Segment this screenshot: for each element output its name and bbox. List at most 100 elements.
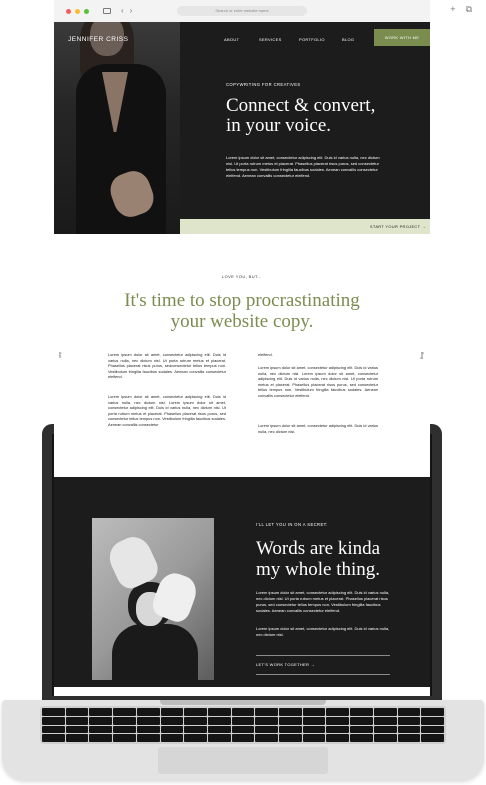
secret-title: Words are kinda my whole thing.: [256, 538, 426, 580]
keyboard-key: [65, 725, 89, 734]
intro-col2-p1: Lorem ipsum dolor sit amet, consectetur …: [258, 365, 378, 398]
intro-title-line1: It's time to stop procrastinating: [124, 290, 360, 311]
intro-col1-p2: Lorem ipsum dolor sit amet, consectetur …: [108, 394, 226, 427]
keyboard-key: [42, 725, 65, 734]
hero-body: Lorem ipsum dolor sit amet, consectetur …: [226, 155, 380, 178]
keyboard-key: [160, 734, 184, 742]
nav-portfolio[interactable]: PORTFOLIO: [299, 37, 325, 42]
hero-photo: [54, 22, 180, 234]
keyboard-key: [302, 725, 326, 734]
laptop-keyboard: [40, 706, 446, 744]
keyboard-key: [350, 725, 373, 734]
nav-about[interactable]: ABOUT: [224, 37, 239, 42]
side-tab-right[interactable]: Blog: [420, 352, 424, 359]
secret-body-2: Lorem ipsum dolor sit amet, consectetur …: [256, 626, 390, 637]
keyboard-key: [136, 734, 160, 742]
work-with-me-button[interactable]: WORK WITH ME: [374, 29, 430, 46]
keyboard-key: [279, 734, 302, 742]
minimize-window-button[interactable]: [75, 8, 80, 14]
divider-top: [256, 655, 390, 656]
keyboard-key: [373, 725, 397, 734]
keyboard-key: [113, 716, 136, 725]
keyboard-key: [207, 708, 231, 716]
keyboard-key: [397, 734, 421, 742]
keyboard-key: [89, 725, 113, 734]
laptop-trackpad: [158, 747, 328, 774]
keyboard-key: [279, 725, 302, 734]
secret-title-line1: Words are kinda: [256, 538, 381, 559]
keyboard-key: [255, 725, 279, 734]
keyboard-key: [350, 708, 373, 716]
keyboard-key: [89, 708, 113, 716]
keyboard-key: [42, 734, 65, 742]
brand-logo[interactable]: JENNIFER CRISS: [68, 36, 128, 43]
divider-bottom: [256, 674, 390, 675]
tab-overview-icon[interactable]: ⧉: [466, 5, 472, 14]
address-bar[interactable]: Search or enter website name: [177, 6, 307, 16]
hero-title-line1: Connect & convert,: [226, 95, 376, 116]
new-tab-icon[interactable]: +: [450, 5, 455, 14]
keyboard-key: [184, 725, 207, 734]
keyboard-key: [136, 725, 160, 734]
keyboard-key: [136, 716, 160, 725]
intro-title-line2: your website copy.: [170, 311, 314, 332]
keyboard-key: [65, 708, 89, 716]
intro-col1-p1: Lorem ipsum dolor sit amet, consectetur …: [108, 352, 226, 380]
keyboard-key: [184, 716, 207, 725]
keyboard-key: [113, 708, 136, 716]
keyboard-key: [255, 716, 279, 725]
keyboard-key: [207, 734, 231, 742]
side-tab-left[interactable]: Ask: [58, 352, 62, 358]
keyboard-key: [397, 716, 421, 725]
keyboard-key: [89, 716, 113, 725]
hero-title-line2: in your voice.: [226, 115, 332, 136]
nav-blog[interactable]: BLOG: [342, 37, 354, 42]
keyboard-key: [113, 725, 136, 734]
keyboard-key: [397, 708, 421, 716]
keyboard-key: [231, 708, 255, 716]
keyboard-key: [89, 734, 113, 742]
maximize-window-button[interactable]: [84, 8, 89, 14]
keyboard-key: [136, 708, 160, 716]
keyboard-key: [279, 708, 302, 716]
keyboard-key: [160, 708, 184, 716]
keyboard-key: [231, 734, 255, 742]
keyboard-key: [326, 708, 350, 716]
keyboard-key: [373, 708, 397, 716]
secret-title-line2: my whole thing.: [256, 559, 381, 580]
start-project-link[interactable]: START YOUR PROJECT →: [370, 224, 426, 229]
hero-title: Connect & convert, in your voice.: [226, 96, 426, 136]
forward-icon[interactable]: ›: [130, 7, 133, 15]
keyboard-key: [255, 708, 279, 716]
keyboard-key: [231, 716, 255, 725]
keyboard-key: [65, 734, 89, 742]
keyboard-key: [350, 716, 373, 725]
keyboard-key: [184, 708, 207, 716]
keyboard-key: [326, 716, 350, 725]
keyboard-key: [373, 734, 397, 742]
keyboard-key: [113, 734, 136, 742]
keyboard-key: [160, 716, 184, 725]
browser-actions: + ⧉: [450, 5, 472, 14]
hero-eyebrow: COPYWRITING FOR CREATIVES: [226, 82, 301, 87]
keyboard-key: [255, 734, 279, 742]
keyboard-key: [160, 725, 184, 734]
portrait-photo: [92, 518, 214, 680]
nav-services[interactable]: SERVICES: [259, 37, 282, 42]
sidebar-toggle-icon[interactable]: [103, 8, 111, 14]
keyboard-key: [231, 725, 255, 734]
keyboard-key: [207, 716, 231, 725]
work-together-link[interactable]: LET'S WORK TOGETHER →: [256, 662, 315, 667]
close-window-button[interactable]: [66, 8, 71, 14]
back-icon[interactable]: ‹: [121, 7, 124, 15]
keyboard-key: [421, 716, 444, 725]
mockup-stage: ‹ › Search or enter website name + ⧉ JEN…: [0, 0, 486, 785]
keyboard-key: [350, 734, 373, 742]
intro-eyebrow: LOVE YOU, BUT...: [222, 274, 262, 279]
keyboard-key: [421, 708, 444, 716]
keyboard-key: [421, 725, 444, 734]
intro-title: It's time to stop procrastinating your w…: [54, 290, 430, 332]
keyboard-key: [184, 734, 207, 742]
keyboard-key: [302, 734, 326, 742]
keyboard-key: [421, 734, 444, 742]
